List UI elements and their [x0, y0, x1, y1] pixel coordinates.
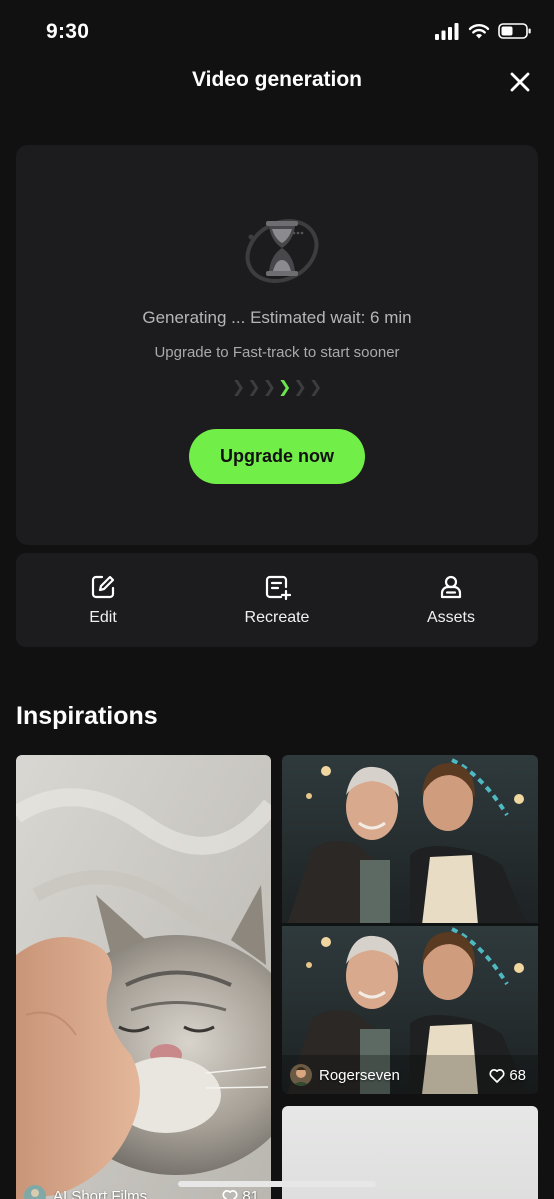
inspiration-meta: Rogerseven 68 — [290, 1064, 526, 1086]
edit-icon — [91, 575, 115, 599]
heart-icon — [222, 1189, 238, 1199]
progress-arrow-icon: ❯ — [247, 379, 261, 396]
avatar — [290, 1064, 312, 1086]
author-name: Rogerseven — [319, 1066, 400, 1084]
assets-label: Assets — [426, 609, 475, 626]
two-men-photo — [282, 755, 538, 1094]
progress-arrow-icon: ❯ — [231, 379, 246, 396]
like-count[interactable]: 81 — [222, 1188, 259, 1199]
cellular-signal-icon — [435, 23, 459, 40]
action-bar: Edit Recreate Assets — [16, 553, 538, 647]
wifi-icon — [468, 24, 490, 39]
recreate-label: Recreate — [244, 609, 310, 626]
generation-card: Generating ... Estimated wait: 6 min Upg… — [16, 145, 538, 545]
assets-button[interactable]: Assets — [364, 553, 538, 647]
assets-icon — [440, 575, 462, 599]
status-icons — [434, 22, 532, 40]
edit-button[interactable]: Edit — [16, 553, 190, 647]
inspiration-card[interactable]: AI Short Films 81 — [16, 755, 271, 1199]
author[interactable]: AI Short Films — [24, 1185, 147, 1199]
recreate-icon — [265, 575, 291, 601]
author[interactable]: Rogerseven — [290, 1064, 400, 1086]
avatar — [24, 1185, 46, 1199]
home-indicator[interactable] — [178, 1181, 376, 1187]
status-bar: 9:30 — [0, 0, 554, 66]
fast-track-hint: Upgrade to Fast-track to start sooner — [154, 344, 400, 361]
edit-label: Edit — [89, 609, 117, 626]
status-time: 9:30 — [46, 20, 90, 43]
heart-icon — [489, 1068, 505, 1083]
generation-status-text: Generating ... Estimated wait: 6 min — [142, 308, 412, 327]
progress-arrow-active-icon: ❯ — [278, 379, 292, 396]
upgrade-now-button[interactable]: Upgrade now — [189, 429, 365, 484]
header: Video generation — [0, 60, 554, 104]
cat-photo — [16, 755, 271, 1199]
page-title: Video generation — [192, 68, 362, 91]
author-name: AI Short Films — [53, 1187, 148, 1199]
close-button[interactable] — [504, 66, 536, 98]
close-icon — [510, 72, 530, 92]
progress-arrow-icon: ❯ — [293, 379, 307, 396]
hourglass-icon — [245, 219, 319, 283]
progress-arrow-icon: ❯ — [262, 379, 276, 396]
inspiration-meta: AI Short Films 81 — [24, 1185, 259, 1199]
video-generation-screen: 9:30 Video generation Generating ... Est… — [0, 0, 554, 1199]
like-count-value: 81 — [242, 1187, 259, 1199]
like-count-value: 68 — [509, 1066, 526, 1084]
progress-arrow-icon: ❯ — [308, 379, 323, 396]
progress-indicator: ❯ ❯ ❯ ❯ ❯ ❯ — [16, 377, 538, 397]
inspirations-heading: Inspirations — [16, 702, 158, 730]
like-count[interactable]: 68 — [489, 1067, 526, 1084]
inspiration-card[interactable]: Rogerseven 68 — [282, 755, 538, 1094]
battery-icon — [498, 23, 531, 39]
recreate-button[interactable]: Recreate — [190, 553, 364, 647]
